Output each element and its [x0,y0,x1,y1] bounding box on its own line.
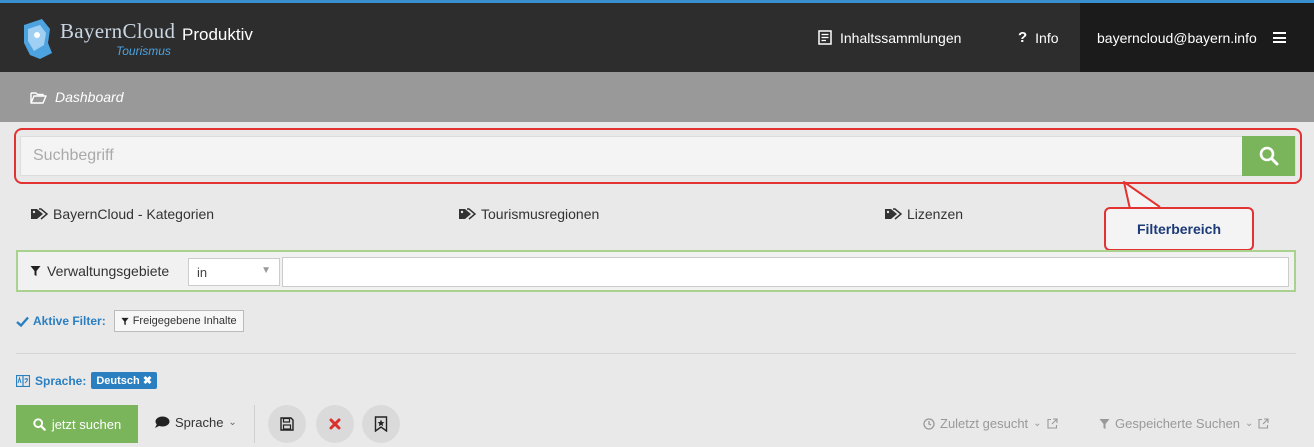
save-search-button[interactable] [268,405,306,443]
search-input[interactable] [21,137,1243,175]
save-icon [280,417,294,431]
filter-operator-select[interactable]: in ▼ [188,258,280,286]
active-filters: Aktive Filter: Freigegebene Inhalte [16,310,244,332]
filter-icon [121,317,129,325]
bookmark-search-button[interactable] [362,405,400,443]
user-menu[interactable]: bayerncloud@bayern.info [1080,3,1314,72]
tags-icon [459,208,476,220]
breadcrumb-dashboard[interactable]: Dashboard [55,89,124,105]
category-label: Lizenzen [907,206,964,222]
language-label: Sprache: [35,373,87,388]
filter-operator-value: in [197,265,208,280]
recent-searches-dropdown[interactable]: Zuletzt gesucht ⌄ [923,416,1058,431]
active-filter-chip[interactable]: Freigegebene Inhalte [113,310,244,332]
tags-icon [885,208,902,220]
filter-area-callout: Filterbereich [1104,207,1254,251]
language-dropdown-label: Sprache [175,415,224,430]
saved-searches-dropdown[interactable]: Gespeicherte Suchen ⌄ [1099,416,1269,431]
nav-collections[interactable]: Inhaltssammlungen [818,3,961,72]
clear-search-button[interactable] [316,405,354,443]
external-link-icon [1258,418,1269,429]
brand-subtitle: Tourismus [116,44,171,58]
translate-icon [16,374,30,387]
bayerncloud-logo-icon[interactable] [20,17,54,61]
callout-label: Filterbereich [1136,221,1222,237]
search-icon [1259,146,1278,166]
search-button[interactable] [1242,136,1295,176]
user-email: bayerncloud@bayern.info [1097,29,1257,46]
filter-field-label: Verwaltungsgebiete [47,263,170,279]
saved-searches-label: Gespeicherte Suchen [1115,416,1241,431]
nav-info[interactable]: ? Info [1018,3,1059,72]
active-filter-chip-label: Freigegebene Inhalte [132,315,237,327]
caret-down-icon: ▼ [261,265,271,276]
category-tourismusregionen[interactable]: Tourismusregionen [458,206,599,222]
chevron-down-icon: ⌄ [1033,418,1042,429]
hamburger-menu-icon [1272,32,1286,43]
filter-row-verwaltungsgebiete: Verwaltungsgebiete in ▼ [16,250,1296,292]
search-bar [20,136,1296,176]
check-icon [16,316,29,327]
question-icon: ? [1018,29,1028,46]
close-icon [329,418,341,430]
category-lizenzen[interactable]: Lizenzen [884,206,963,222]
nav-info-label: Info [1035,29,1059,46]
filter-value-input[interactable] [282,257,1289,287]
chevron-down-icon: ⌄ [1245,418,1254,429]
language-badge-label: Deutsch [96,375,140,387]
search-submit-label: jetzt suchen [51,416,122,432]
brand-name[interactable]: BayernCloud [60,19,175,44]
clock-icon [923,417,935,430]
category-bayerncloud[interactable]: BayernCloud - Kategorien [30,206,214,222]
category-label: BayernCloud - Kategorien [53,206,215,222]
search-icon [33,417,46,431]
filter-field: Verwaltungsgebiete [30,263,169,279]
speech-bubble-icon [155,416,170,428]
filter-icon [1099,418,1110,429]
environment-label: Produktiv [182,25,253,44]
folder-open-icon [30,91,47,104]
search-submit-button[interactable]: jetzt suchen [16,405,138,443]
collections-icon [818,30,832,45]
tags-icon [31,208,48,220]
close-icon[interactable]: ✖ [143,375,152,387]
recent-searches-label: Zuletzt gesucht [940,416,1029,431]
category-label: Tourismusregionen [481,206,600,222]
action-row: jetzt suchen Sprache ⌄ Zuletzt gesucht ⌄… [16,405,1296,443]
separator [254,405,255,443]
active-filters-label: Aktive Filter: [33,314,106,328]
language-badge[interactable]: Deutsch ✖ [91,372,158,389]
breadcrumb: Dashboard [0,72,1314,122]
top-navbar: BayernCloud Tourismus Produktiv Inhaltss… [0,0,1314,72]
chevron-down-icon: ⌄ [228,417,237,428]
external-link-icon [1046,418,1058,429]
filter-icon [30,266,41,276]
language-row: Sprache: Deutsch ✖ [16,372,158,389]
bookmark-icon [374,416,388,432]
language-dropdown[interactable]: Sprache ⌄ [154,415,237,430]
nav-collections-label: Inhaltssammlungen [840,29,962,46]
divider [16,353,1296,354]
